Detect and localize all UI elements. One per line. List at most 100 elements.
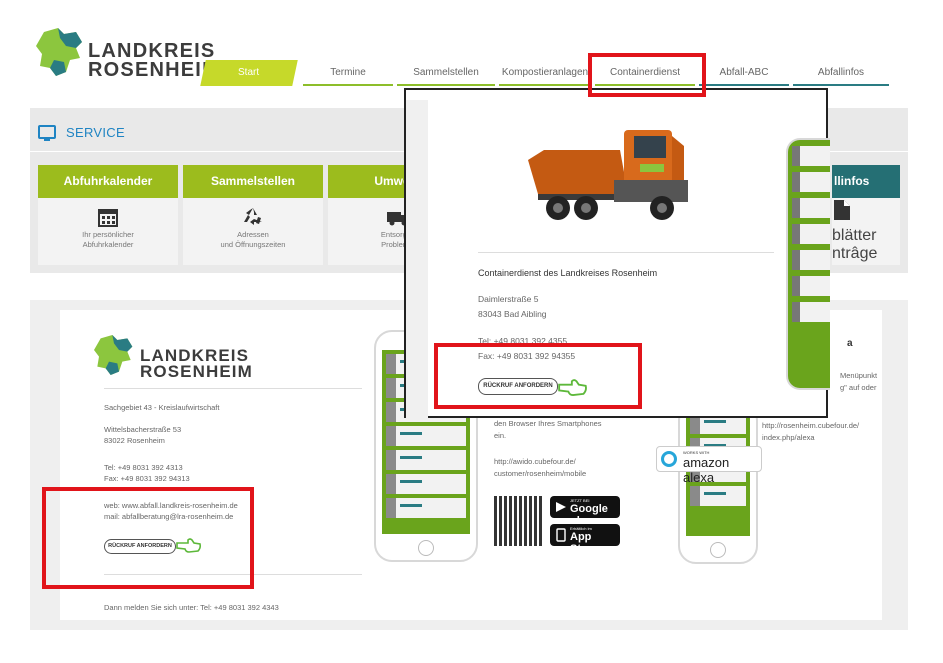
logo-line-2: ROSENHEIM bbox=[140, 362, 253, 381]
phone-mockup bbox=[786, 138, 830, 390]
list-item bbox=[386, 450, 466, 470]
tile-title: llinfos bbox=[832, 165, 900, 198]
highlight-popup-callback bbox=[434, 343, 642, 409]
tile-abfuhrkalender[interactable]: Abfuhrkalender Ihr persönlicher Abfuhrkal… bbox=[38, 165, 178, 265]
address-street: Wittelsbacherstraße 53 bbox=[104, 425, 182, 434]
amazon-alexa-badge[interactable]: WORKS WITH amazon alexa bbox=[656, 446, 762, 485]
list-item bbox=[792, 224, 830, 244]
tile-sub-line: Abfuhrkalender bbox=[82, 240, 134, 249]
nav-underline bbox=[499, 84, 591, 86]
popup-street: Daimlerstraße 5 bbox=[478, 294, 539, 304]
app-description-line: ein. bbox=[494, 431, 507, 440]
alexa-instructions: Menüpunkt g" auf oder bbox=[840, 370, 877, 394]
home-button-icon bbox=[418, 540, 434, 556]
tile-sammelstellen[interactable]: Sammelstellen Adressen und Öffnungszeiten bbox=[183, 165, 323, 265]
nav-abfallinfos-label: Abfallinfos bbox=[817, 67, 865, 78]
container-truck-icon bbox=[528, 130, 688, 220]
phone-text: Tel: +49 8031 392 4313 bbox=[104, 463, 183, 472]
app-url-line: customer/rosenheim/mobile bbox=[494, 469, 587, 478]
alexa-url[interactable]: http://rosenheim.cubefour.de/ index.php/… bbox=[762, 420, 859, 444]
phone-icon bbox=[556, 528, 566, 542]
list-item bbox=[792, 146, 830, 166]
phone-block: Tel: +49 8031 392 4313 Fax: +49 8031 392… bbox=[104, 462, 190, 484]
popup-city: 83043 Bad Aibling bbox=[478, 309, 547, 319]
home-button-icon bbox=[710, 542, 726, 558]
logo-mark-icon bbox=[36, 28, 82, 76]
signup-text: Dann melden Sie sich unter: Tel: +49 803… bbox=[104, 603, 279, 612]
popup-title: Containerdienst des Landkreises Rosenhei… bbox=[478, 268, 658, 278]
alexa-url-line: index.php/alexa bbox=[762, 433, 815, 442]
logo-line-2: ROSENHEIM bbox=[88, 59, 220, 81]
monitor-icon bbox=[38, 125, 56, 141]
tile-sub-line: Adressen bbox=[237, 230, 269, 239]
app-url-line: http://awido.cubefour.de/ bbox=[494, 457, 576, 466]
list-item bbox=[386, 474, 466, 494]
list-item bbox=[690, 486, 746, 506]
alexa-instructions-line: Menüpunkt bbox=[840, 371, 878, 380]
tile-sub: Ihr persönlicher Abfuhrkalender bbox=[38, 230, 178, 250]
main-nav: Start Termine Sammelstellen Kompostieran… bbox=[200, 60, 893, 86]
highlight-contact-callback bbox=[42, 487, 254, 589]
alexa-url-line: http://rosenheim.cubefour.de/ bbox=[762, 421, 860, 430]
app-url[interactable]: http://awido.cubefour.de/ customer/rosen… bbox=[494, 456, 586, 480]
service-header: SERVICE bbox=[38, 122, 125, 142]
partial-heading: a bbox=[847, 338, 853, 349]
nav-start-label: Start bbox=[238, 67, 260, 78]
popup-shade bbox=[406, 100, 428, 420]
alexa-ring-icon bbox=[661, 451, 677, 467]
list-item bbox=[386, 426, 466, 446]
tile-sub: Adressen und Öffnungszeiten bbox=[183, 230, 323, 250]
document-icon bbox=[832, 198, 900, 227]
tile-title: Sammelstellen bbox=[183, 165, 323, 198]
list-item bbox=[792, 302, 830, 322]
app-description: den Browser Ihres Smartphones ein. bbox=[494, 418, 602, 442]
highlight-containerdienst-nav bbox=[588, 53, 706, 97]
divider bbox=[104, 388, 362, 389]
badge-big-text: App Store bbox=[570, 531, 599, 555]
nav-kompostieranlagen[interactable]: Kompostieranlagen bbox=[499, 60, 591, 86]
divider bbox=[478, 252, 774, 253]
contact-logo: LANDKREIS ROSENHEIM bbox=[94, 332, 254, 387]
tile-sub-line: Ihr persönlicher bbox=[82, 230, 134, 239]
app-description-line: den Browser Ihres Smartphones bbox=[494, 419, 602, 428]
nav-underline bbox=[303, 84, 393, 86]
tile-sub-line: und Öffnungszeiten bbox=[220, 240, 286, 249]
logo-text: LANDKREIS ROSENHEIM bbox=[88, 41, 220, 81]
list-item bbox=[792, 172, 830, 192]
qr-code bbox=[494, 496, 544, 546]
tile-sub-line: ntrâge bbox=[832, 245, 878, 262]
nav-underline bbox=[793, 84, 889, 86]
nav-termine-label: Termine bbox=[330, 67, 366, 78]
list-item bbox=[792, 276, 830, 296]
tile-sub-line: blätter bbox=[832, 227, 877, 244]
address-block: Wittelsbacherstraße 53 83022 Rosenheim bbox=[104, 424, 181, 446]
service-title: SERVICE bbox=[66, 124, 125, 140]
nav-sammelstellen-label: Sammelstellen bbox=[413, 67, 479, 78]
nav-underline bbox=[397, 84, 495, 86]
nav-kompostieranlagen-label: Kompostieranlagen bbox=[501, 67, 589, 78]
app-store-badge[interactable]: Erhältlich im App Store bbox=[550, 524, 620, 555]
google-play-badge[interactable]: JETZT BEI Google play bbox=[550, 496, 620, 527]
nav-sammelstellen[interactable]: Sammelstellen bbox=[397, 60, 495, 86]
department-text: Sachgebiet 43 - Kreislaufwirtschaft bbox=[104, 403, 220, 412]
nav-abfall-abc-label: Abfall-ABC bbox=[719, 67, 769, 78]
site-logo[interactable]: LANDKREIS ROSENHEIM bbox=[36, 26, 219, 86]
calendar-icon bbox=[38, 198, 178, 230]
nav-underline bbox=[699, 84, 789, 86]
tile-sub: blätter ntrâge bbox=[832, 227, 900, 263]
address-city: 83022 Rosenheim bbox=[104, 436, 165, 445]
nav-abfallinfos[interactable]: Abfallinfos bbox=[793, 60, 889, 86]
nav-start[interactable]: Start bbox=[200, 60, 298, 86]
tile-title: Abfuhrkalender bbox=[38, 165, 178, 198]
recycle-icon bbox=[183, 198, 323, 230]
list-item bbox=[792, 198, 830, 218]
badge-big-text: amazon alexa bbox=[683, 455, 730, 485]
nav-abfall-abc[interactable]: Abfall-ABC bbox=[699, 60, 789, 86]
fax-text: Fax: +49 8031 392 94313 bbox=[104, 474, 190, 483]
tile-abfallinfos[interactable]: llinfos blätter ntrâge bbox=[832, 165, 900, 265]
play-icon bbox=[556, 502, 566, 512]
nav-termine[interactable]: Termine bbox=[303, 60, 393, 86]
popup-address: Daimlerstraße 5 83043 Bad Aibling bbox=[478, 292, 547, 322]
list-item bbox=[792, 250, 830, 270]
alexa-instructions-line: g" auf oder bbox=[840, 383, 877, 392]
